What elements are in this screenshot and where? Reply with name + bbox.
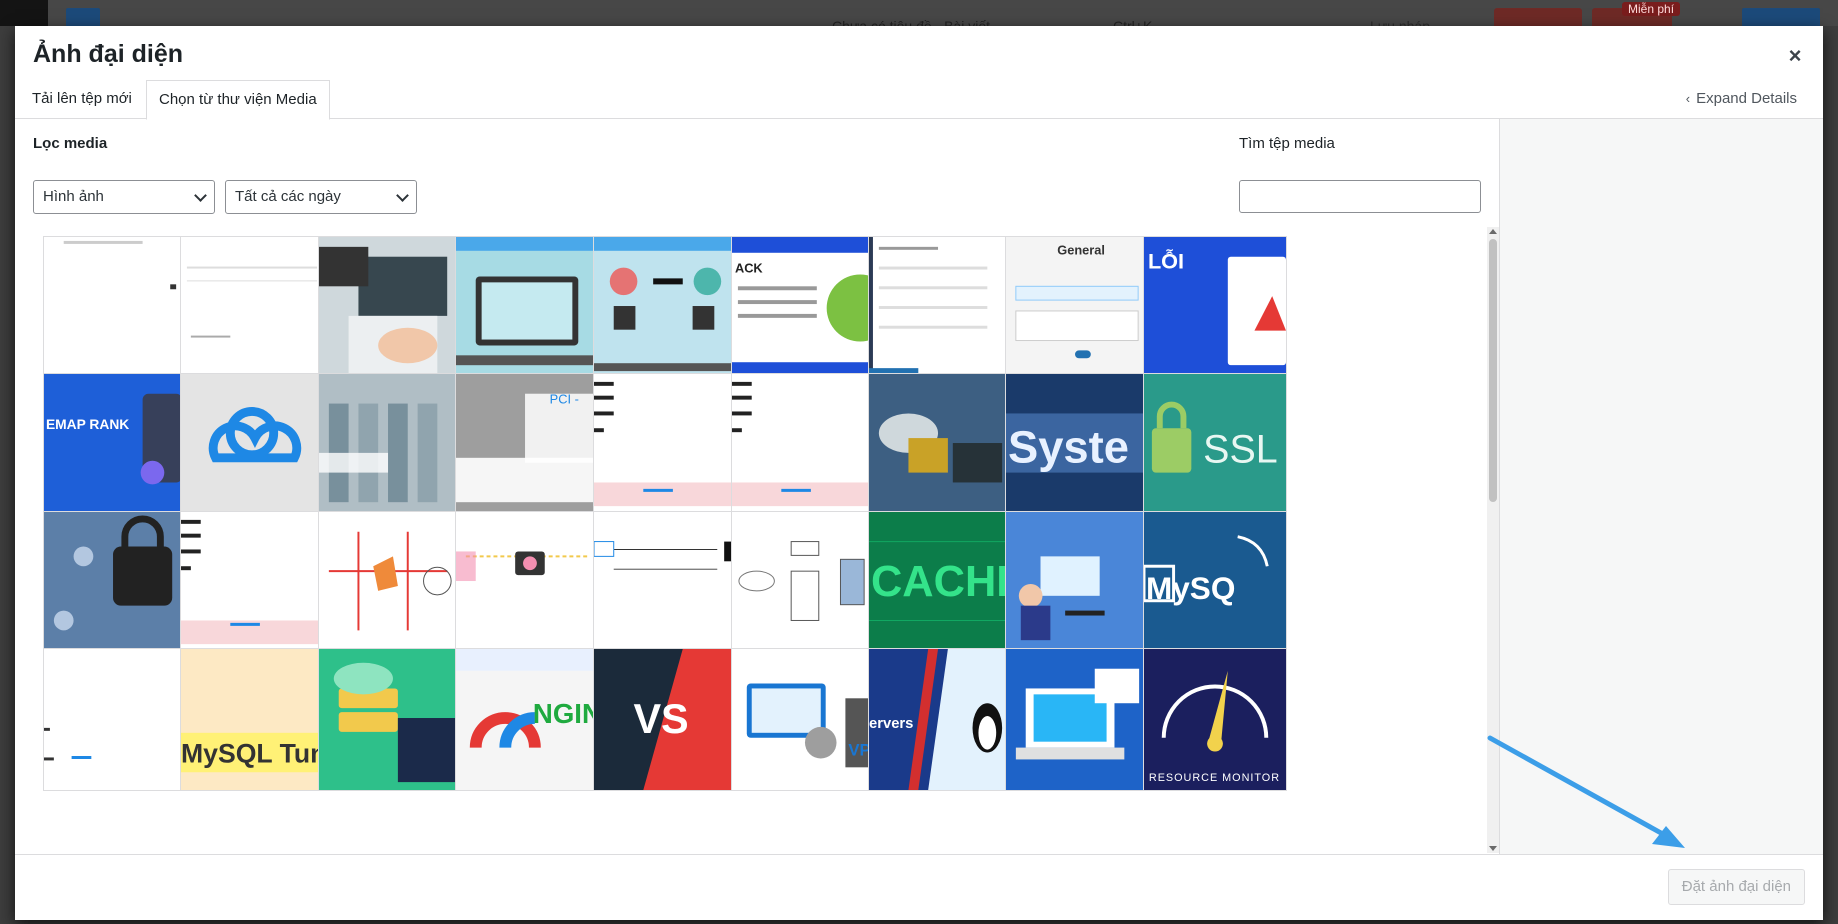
free-badge: Miễn phí: [1622, 2, 1681, 16]
thumbnail-blank-arrow[interactable]: [43, 648, 187, 791]
chevron-down-icon: [194, 189, 207, 202]
thumbnail-nginx-gauge[interactable]: NGIN: [455, 648, 599, 791]
thumbnail-cloud-folder[interactable]: [868, 373, 1012, 516]
expand-details-label: Expand Details: [1696, 90, 1797, 107]
thumbnail-linux-servers[interactable]: ervers: [868, 648, 1012, 791]
thumbnail-sitemap-settings[interactable]: [868, 236, 1012, 379]
thumbnail-table-screenshot[interactable]: [180, 236, 324, 379]
search-label: Tìm tệp media: [1239, 135, 1335, 152]
thumbnail-robots-headers-1[interactable]: [593, 373, 737, 516]
filter-label: Lọc media: [33, 135, 108, 152]
set-featured-image-button[interactable]: Đặt ảnh đại diện: [1667, 869, 1805, 905]
thumbnail-pci-dss[interactable]: PCI -: [455, 373, 599, 516]
modal-toolbar: Đặt ảnh đại diện: [15, 854, 1823, 920]
thumbnail-cloud-logo[interactable]: [180, 373, 324, 516]
thumbnail-windows-vps[interactable]: VP: [731, 648, 875, 791]
thumbnail-mysql-tuner[interactable]: MySQL Tune: [180, 648, 324, 791]
thumbnail-caption: General: [1057, 243, 1105, 258]
wordpress-logo: [0, 0, 48, 26]
thumbnail-static-snapshot[interactable]: [455, 511, 599, 654]
thumbnail-sitemap-rank-nginx[interactable]: EMAP RANK: [43, 373, 187, 516]
thumbnail-pingback-trackback[interactable]: [455, 236, 599, 379]
date-filter-select[interactable]: Tất cả các ngày: [225, 180, 417, 214]
close-icon[interactable]: ×: [1781, 42, 1809, 70]
thumbnail-caption: VS: [633, 696, 688, 742]
media-type-select[interactable]: Hình ảnh: [33, 180, 215, 214]
thumbnail-versus[interactable]: VS: [593, 648, 737, 791]
chevron-down-icon: [396, 189, 409, 202]
thumbnail-caption: CACHE: [871, 558, 1011, 606]
thumbnail-caption: Syste: [1008, 422, 1129, 473]
thumbnail-blank-screenshot[interactable]: [43, 236, 187, 379]
tab-upload[interactable]: Tải lên tệp mới: [20, 80, 144, 119]
expand-details-button[interactable]: ‹ Expand Details: [1686, 90, 1797, 107]
thumbnail-apache-servers[interactable]: [318, 648, 462, 791]
thumbnail-robots-headers-2[interactable]: [731, 373, 875, 516]
thumbnail-error-page[interactable]: LỖI: [1143, 236, 1287, 379]
thumbnail-caption: EMAP RANK: [46, 417, 129, 432]
media-type-value: Hình ảnh: [43, 188, 104, 205]
thumbnail-caption: SSL: [1203, 428, 1278, 472]
thumbnail-general-settings[interactable]: General: [1005, 236, 1149, 379]
thumbnail-caption: RESOURCE MONITOR: [1149, 772, 1280, 784]
thumbnail-windows-laptop[interactable]: [1005, 648, 1149, 791]
thumbnail-caption: LỖI: [1148, 248, 1184, 274]
thumbnail-cache-text[interactable]: CACHE: [868, 511, 1012, 654]
date-filter-value: Tất cả các ngày: [235, 188, 341, 205]
thumbnail-web-cache-diagram[interactable]: [731, 511, 875, 654]
thumbnail-caption: ervers: [869, 716, 913, 732]
annotation-arrow: [1487, 735, 1685, 848]
thumbnail-caption: MySQL Tune: [181, 738, 323, 768]
modal-tabs: Tải lên tệp mới Chọn từ thư viện Media ‹…: [15, 80, 1823, 120]
thumbnail-system-text[interactable]: Syste: [1005, 373, 1149, 516]
thumbnail-sql-developer[interactable]: [1005, 511, 1149, 654]
thumbnail-caption: PCI -: [550, 392, 579, 407]
chevron-left-icon: ‹: [1685, 91, 1691, 106]
thumbnail-network-diagram[interactable]: [318, 511, 462, 654]
editor-top-bar: Chưa có tiêu đề - Bài viết Ctrl+K Lưu nh…: [0, 0, 1838, 34]
thumbnail-mysql-dolphin[interactable]: MySQ: [1143, 511, 1287, 654]
thumbnail-ssl-certificates[interactable]: SSL: [1143, 373, 1287, 516]
thumbnail-security-lock[interactable]: [43, 511, 187, 654]
search-input[interactable]: [1239, 180, 1481, 213]
thumbnail-caption: ACK: [735, 260, 763, 275]
thumbnail-caption: MySQ: [1146, 570, 1235, 606]
media-browser: Lọc media Hình ảnh Tất cả các ngày Tìm t…: [15, 119, 1499, 854]
tab-media-library[interactable]: Chọn từ thư viện Media: [146, 80, 330, 120]
thumbnail-request-response[interactable]: [593, 511, 737, 654]
thumbnail-robots-headers-3[interactable]: [180, 511, 324, 654]
thumbnail-resource-monitor[interactable]: RESOURCE MONITOR: [1143, 648, 1287, 791]
thumbnail-pingback-wordpress[interactable]: ACK: [731, 236, 875, 379]
thumbnail-laptop-backlinks[interactable]: [318, 236, 462, 379]
scroll-up-icon[interactable]: [1489, 229, 1497, 234]
thumbnail-pingback-link[interactable]: [593, 236, 737, 379]
modal-title: Ảnh đại diện: [33, 40, 183, 68]
scroll-thumb[interactable]: [1489, 239, 1497, 502]
thumbnail-caption: NGIN: [533, 698, 598, 729]
thumbnail-datacenter[interactable]: [318, 373, 462, 516]
